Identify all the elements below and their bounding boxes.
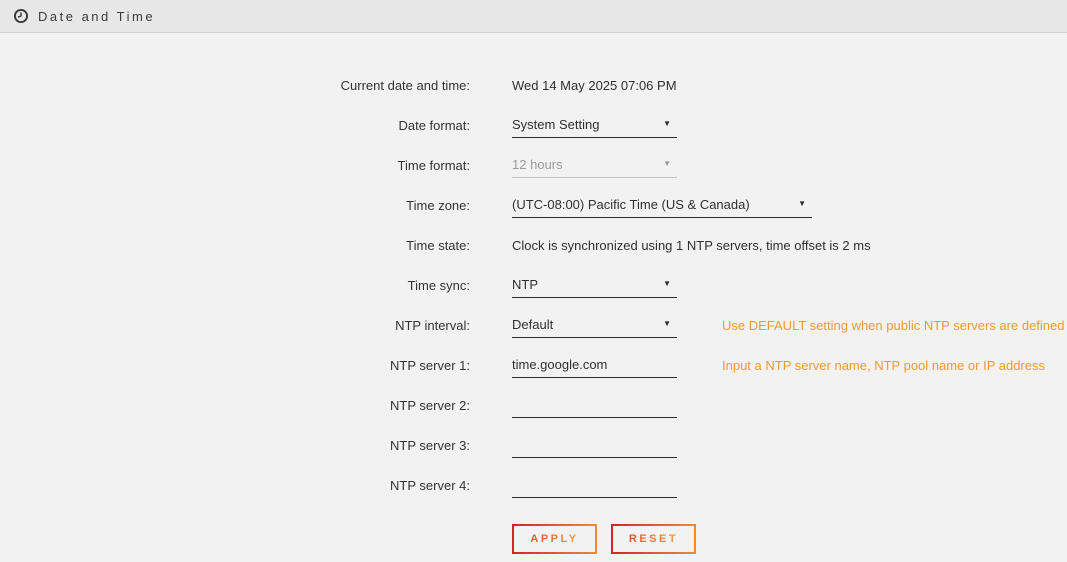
time-sync-selected-value: NTP	[512, 277, 538, 292]
ntp-server-4-input[interactable]	[512, 472, 677, 498]
current-datetime-value: Wed 14 May 2025 07:06 PM	[512, 78, 677, 93]
page-title: Date and Time	[38, 9, 155, 24]
time-state-label: Time state:	[0, 238, 470, 253]
row-ntp-server-4: NTP server 4:	[0, 465, 1067, 505]
chevron-down-icon: ▼	[798, 199, 806, 208]
ntp-server-1-hint: Input a NTP server name, NTP pool name o…	[722, 358, 1045, 373]
ntp-server-3-label: NTP server 3:	[0, 438, 470, 453]
row-current-datetime: Current date and time: Wed 14 May 2025 0…	[0, 65, 1067, 105]
row-time-state: Time state: Clock is synchronized using …	[0, 225, 1067, 265]
ntp-interval-select[interactable]: Default ▼	[512, 312, 677, 338]
reset-button[interactable]: RESET	[611, 524, 696, 554]
current-datetime-label: Current date and time:	[0, 78, 470, 93]
row-ntp-interval: NTP interval: Default ▼ Use DEFAULT sett…	[0, 305, 1067, 345]
date-format-select[interactable]: System Setting ▼	[512, 112, 677, 138]
ntp-server-1-input[interactable]	[512, 352, 677, 378]
ntp-interval-label: NTP interval:	[0, 318, 470, 333]
time-format-selected-value: 12 hours	[512, 157, 563, 172]
row-ntp-server-3: NTP server 3:	[0, 425, 1067, 465]
row-time-zone: Time zone: (UTC-08:00) Pacific Time (US …	[0, 185, 1067, 225]
ntp-server-3-input[interactable]	[512, 432, 677, 458]
ntp-server-2-input[interactable]	[512, 392, 677, 418]
chevron-down-icon: ▼	[663, 319, 671, 328]
ntp-server-2-label: NTP server 2:	[0, 398, 470, 413]
apply-button[interactable]: APPLY	[512, 524, 597, 554]
button-row: APPLY RESET	[512, 524, 1067, 554]
date-format-selected-value: System Setting	[512, 117, 599, 132]
row-time-sync: Time sync: NTP ▼	[0, 265, 1067, 305]
ntp-interval-selected-value: Default	[512, 317, 553, 332]
reset-button-label: RESET	[629, 533, 678, 545]
date-format-label: Date format:	[0, 118, 470, 133]
time-format-label: Time format:	[0, 158, 470, 173]
ntp-interval-hint: Use DEFAULT setting when public NTP serv…	[722, 318, 1065, 333]
time-sync-label: Time sync:	[0, 278, 470, 293]
row-ntp-server-2: NTP server 2:	[0, 385, 1067, 425]
clock-icon	[13, 8, 29, 24]
panel-header: Date and Time	[0, 0, 1067, 33]
row-ntp-server-1: NTP server 1: Input a NTP server name, N…	[0, 345, 1067, 385]
date-time-form: Current date and time: Wed 14 May 2025 0…	[0, 65, 1067, 554]
chevron-down-icon: ▼	[663, 159, 671, 168]
ntp-server-1-label: NTP server 1:	[0, 358, 470, 373]
apply-button-label: APPLY	[530, 533, 578, 545]
time-sync-select[interactable]: NTP ▼	[512, 272, 677, 298]
row-date-format: Date format: System Setting ▼	[0, 105, 1067, 145]
chevron-down-icon: ▼	[663, 119, 671, 128]
chevron-down-icon: ▼	[663, 279, 671, 288]
time-zone-label: Time zone:	[0, 198, 470, 213]
time-state-value: Clock is synchronized using 1 NTP server…	[512, 238, 871, 253]
ntp-server-4-label: NTP server 4:	[0, 478, 470, 493]
row-time-format: Time format: 12 hours ▼	[0, 145, 1067, 185]
time-zone-select[interactable]: (UTC-08:00) Pacific Time (US & Canada) ▼	[512, 192, 812, 218]
time-zone-selected-value: (UTC-08:00) Pacific Time (US & Canada)	[512, 197, 750, 212]
time-format-select: 12 hours ▼	[512, 152, 677, 178]
